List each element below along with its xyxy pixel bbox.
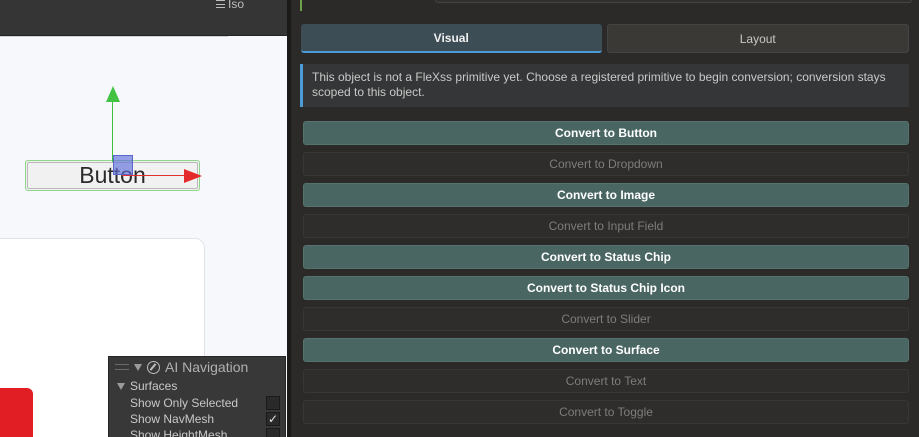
- red-element[interactable]: [0, 388, 33, 437]
- option-show-navmesh: Show NavMesh ✓: [109, 411, 285, 427]
- tab-layout[interactable]: Layout: [606, 24, 909, 53]
- button-label: Convert to Toggle: [559, 405, 653, 419]
- show-only-selected-checkbox[interactable]: [266, 396, 280, 410]
- convert-to-button-button[interactable]: Convert to Button: [303, 121, 909, 145]
- move-gizmo-plane-handle[interactable]: [113, 155, 133, 175]
- convert-to-dropdown-button: Convert to Dropdown: [303, 152, 909, 176]
- convert-to-status-chip-icon-button[interactable]: Convert to Status Chip Icon: [303, 276, 909, 300]
- convert-to-status-chip-button[interactable]: Convert to Status Chip: [303, 245, 909, 269]
- button-label: Convert to Image: [556, 188, 655, 202]
- button-label: Convert to Status Chip Icon: [526, 281, 685, 295]
- move-gizmo-y-axis[interactable]: [112, 100, 113, 162]
- button-label: Convert to Slider: [561, 312, 651, 326]
- option-label: Show HeightMesh: [130, 428, 228, 437]
- convert-to-surface-button[interactable]: Convert to Surface: [303, 338, 909, 362]
- button-label: Convert to Text: [565, 374, 647, 388]
- checkmark-icon: ✓: [267, 412, 279, 426]
- ai-navigation-header[interactable]: AI Navigation: [109, 357, 285, 377]
- option-label: Show NavMesh: [130, 412, 215, 426]
- inspector-tabs: Visual Layout: [301, 24, 909, 53]
- button-label: Convert to Status Chip: [540, 250, 671, 264]
- drag-handle-icon[interactable]: [115, 364, 129, 370]
- tab-visual-label: Visual: [433, 30, 469, 45]
- surfaces-label: Surfaces: [130, 379, 178, 393]
- editor-window: Iso Button AI Navigation Surfaces Show O…: [0, 0, 919, 437]
- collapse-arrow-icon[interactable]: [134, 363, 142, 371]
- option-show-heightmesh: Show HeightMesh: [109, 427, 285, 437]
- move-gizmo-x-axis[interactable]: [122, 175, 186, 176]
- foldout-arrow-icon[interactable]: [117, 382, 125, 390]
- convert-to-image-button[interactable]: Convert to Image: [303, 183, 909, 207]
- ai-navigation-title: AI Navigation: [165, 359, 249, 375]
- convert-to-input-field-button: Convert to Input Field: [303, 214, 909, 238]
- show-navmesh-checkbox[interactable]: ✓: [266, 412, 280, 426]
- show-heightmesh-checkbox[interactable]: [266, 428, 280, 437]
- option-label: Show Only Selected: [130, 396, 239, 410]
- button-label: Convert to Button: [555, 126, 657, 140]
- info-message: This object is not a FleXss primitive ye…: [312, 70, 886, 99]
- scene-toolbar: Iso: [0, 0, 287, 36]
- tab-visual[interactable]: Visual: [301, 24, 602, 53]
- info-helpbox: This object is not a FleXss primitive ye…: [300, 64, 909, 107]
- tab-layout-label: Layout: [739, 31, 776, 46]
- convert-to-text-button: Convert to Text: [303, 369, 909, 393]
- button-label: Convert to Surface: [552, 343, 660, 357]
- scene-separator: [0, 36, 228, 37]
- scene-view[interactable]: Iso Button AI Navigation Surfaces Show O…: [0, 0, 287, 437]
- button-label: Convert to Input Field: [548, 219, 664, 233]
- move-gizmo-x-arrow-icon[interactable]: [184, 169, 202, 183]
- projection-label: Iso: [228, 0, 245, 11]
- ai-navigation-overlay: AI Navigation Surfaces Show Only Selecte…: [108, 356, 286, 437]
- compass-icon: [147, 360, 160, 374]
- convert-button-list: Convert to Button Convert to Dropdown Co…: [303, 121, 909, 431]
- previous-section-edge: [300, 0, 915, 11]
- convert-to-slider-button: Convert to Slider: [303, 307, 909, 331]
- previous-field[interactable]: [435, 0, 912, 3]
- inspector-panel: Visual Layout This object is not a FleXs…: [291, 0, 919, 437]
- button-label: Convert to Dropdown: [549, 157, 663, 171]
- move-gizmo-y-arrow-icon[interactable]: [106, 86, 120, 102]
- convert-to-toggle-button: Convert to Toggle: [303, 400, 909, 424]
- surfaces-foldout[interactable]: Surfaces: [109, 377, 285, 395]
- option-show-only-selected: Show Only Selected: [109, 395, 285, 411]
- projection-toggle[interactable]: Iso: [216, 0, 244, 11]
- menu-lines-icon: [216, 0, 225, 8]
